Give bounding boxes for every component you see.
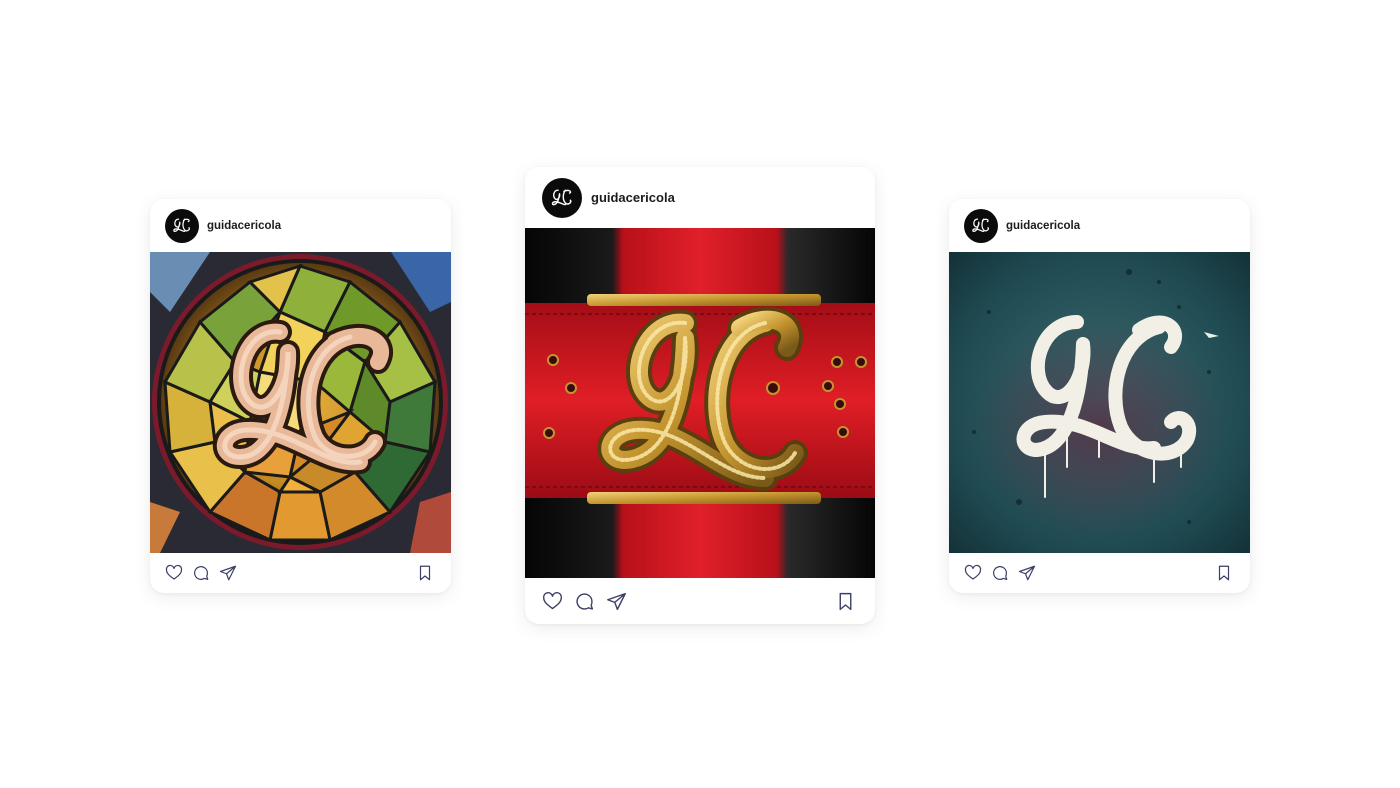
heart-icon[interactable] (542, 591, 563, 612)
post-actions (525, 578, 875, 624)
username[interactable]: guidacericola (1006, 220, 1080, 232)
username[interactable]: guidacericola (207, 220, 281, 232)
heart-icon[interactable] (964, 564, 982, 582)
gc-monogram-icon (172, 218, 190, 233)
post-actions (949, 553, 1250, 593)
post-image-stained-glass[interactable] (150, 252, 451, 553)
heart-icon[interactable] (165, 564, 183, 582)
post-card-graffiti: guidacericola (949, 199, 1250, 593)
share-icon[interactable] (1018, 564, 1036, 582)
post-card-belt-buckle: guidacericola (525, 167, 875, 624)
post-image-belt-buckle[interactable] (525, 228, 875, 578)
bookmark-icon[interactable] (416, 564, 434, 582)
bookmark-icon[interactable] (1215, 564, 1233, 582)
comment-icon[interactable] (991, 564, 1009, 582)
gc-monogram-icon (971, 218, 989, 233)
post-card-stained-glass: guidacericola (150, 199, 451, 593)
comment-icon[interactable] (574, 591, 595, 612)
comment-icon[interactable] (192, 564, 210, 582)
bookmark-icon[interactable] (835, 591, 856, 612)
post-header: guidacericola (949, 199, 1250, 252)
post-header: guidacericola (525, 167, 875, 228)
username[interactable]: guidacericola (591, 190, 675, 205)
share-icon[interactable] (219, 564, 237, 582)
post-header: guidacericola (150, 199, 451, 252)
post-actions (150, 553, 451, 593)
gc-monogram-icon (551, 189, 572, 206)
avatar[interactable] (964, 208, 998, 243)
post-image-graffiti[interactable] (949, 252, 1250, 553)
avatar[interactable] (542, 177, 582, 218)
avatar[interactable] (165, 208, 199, 243)
share-icon[interactable] (606, 591, 627, 612)
